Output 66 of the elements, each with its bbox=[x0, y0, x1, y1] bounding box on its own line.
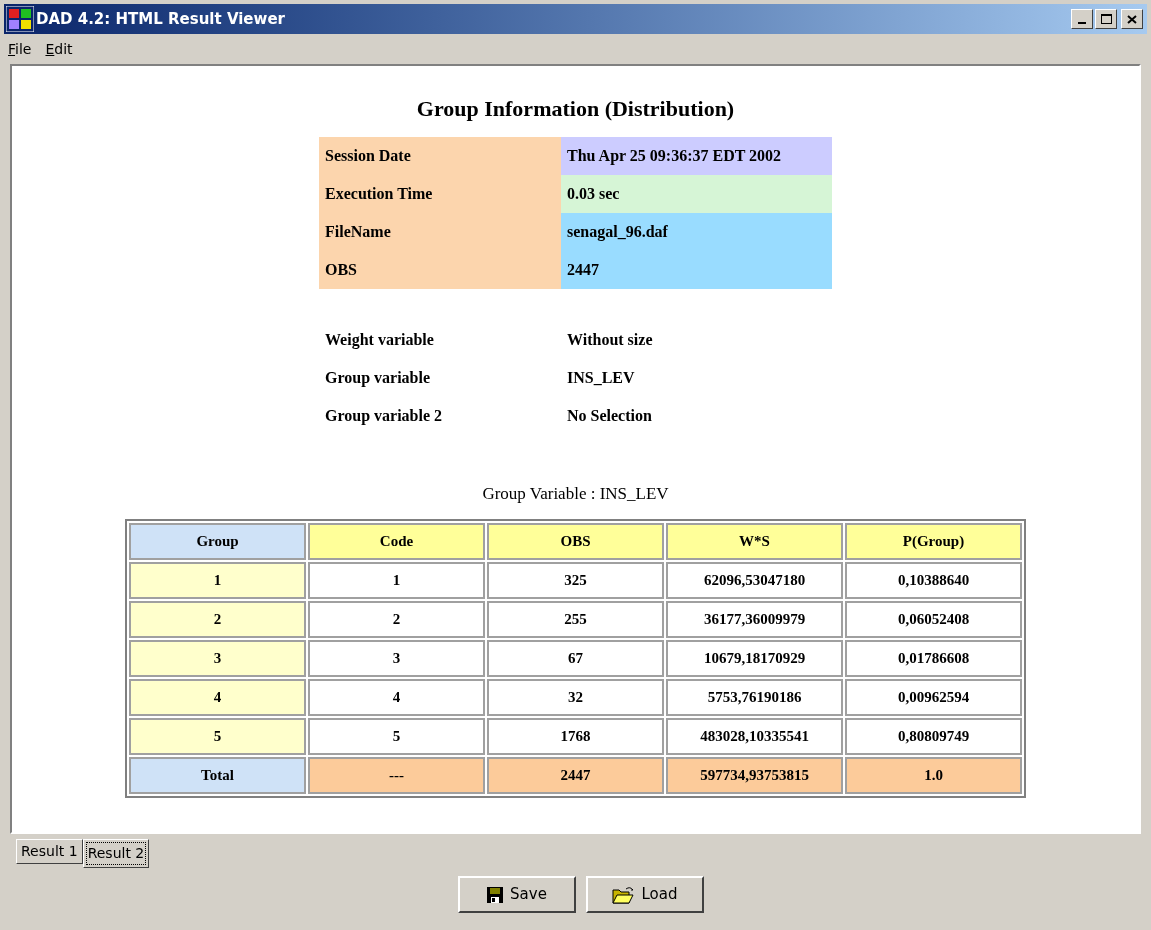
info-value-cell: senagal_96.daf bbox=[561, 213, 832, 251]
table-cell: 1.0 bbox=[845, 756, 1022, 794]
menu-item[interactable]: File bbox=[4, 38, 36, 60]
table-cell: 3 bbox=[308, 639, 485, 677]
variable-value: INS_LEV bbox=[567, 368, 635, 388]
table-cell: 1 bbox=[129, 561, 306, 599]
column-header: P(Group) bbox=[845, 522, 1022, 560]
close-icon bbox=[1127, 14, 1137, 24]
tab[interactable]: Result 2 bbox=[82, 839, 150, 868]
column-header: W*S bbox=[666, 522, 843, 560]
info-label-cell: Execution Time bbox=[319, 175, 561, 213]
minimize-icon bbox=[1078, 22, 1086, 24]
table-cell: 2 bbox=[129, 600, 306, 638]
info-label-cell: OBS bbox=[319, 251, 561, 289]
column-header: Code bbox=[308, 522, 485, 560]
table-cell: --- bbox=[308, 756, 485, 794]
column-header: OBS bbox=[487, 522, 664, 560]
table-cell: 0,01786608 bbox=[845, 639, 1022, 677]
tab[interactable]: Result 1 bbox=[16, 839, 83, 864]
table-cell: 62096,53047180 bbox=[666, 561, 843, 599]
maximize-button[interactable] bbox=[1095, 9, 1117, 29]
table-cell: 597734,93753815 bbox=[666, 756, 843, 794]
table-cell: Total bbox=[129, 756, 306, 794]
open-folder-icon bbox=[611, 885, 636, 904]
save-button[interactable]: Save bbox=[457, 876, 576, 913]
minimize-button[interactable] bbox=[1071, 9, 1093, 29]
maximize-icon bbox=[1100, 14, 1112, 24]
table-cell: 3 bbox=[129, 639, 306, 677]
info-value-cell: Thu Apr 25 09:36:37 EDT 2002 bbox=[561, 137, 832, 175]
column-header: Group bbox=[129, 522, 306, 560]
table-cell: 1768 bbox=[487, 717, 664, 755]
info-value-cell: 0.03 sec bbox=[561, 175, 832, 213]
report-title: Group Information (Distribution) bbox=[416, 95, 735, 123]
variable-value: Without size bbox=[567, 330, 653, 350]
table-cell: 1 bbox=[308, 561, 485, 599]
menu-item[interactable]: Edit bbox=[41, 38, 77, 60]
variable-label: Weight variable bbox=[325, 330, 434, 351]
table-cell: 0,00962594 bbox=[845, 678, 1022, 716]
table-cell: 2 bbox=[308, 600, 485, 638]
table-cell: 5 bbox=[308, 717, 485, 755]
load-button[interactable]: Load bbox=[585, 876, 704, 913]
info-value-cell: 2447 bbox=[561, 251, 832, 289]
app-icon bbox=[6, 6, 34, 32]
table-cell: 36177,36009979 bbox=[666, 600, 843, 638]
variable-value: No Selection bbox=[567, 406, 652, 426]
table-cell: 325 bbox=[487, 561, 664, 599]
table-cell: 483028,10335541 bbox=[666, 717, 843, 755]
table-cell: 67 bbox=[487, 639, 664, 677]
close-button[interactable] bbox=[1121, 9, 1143, 29]
variable-label: Group variable 2 bbox=[325, 406, 443, 427]
table-cell: 4 bbox=[129, 678, 306, 716]
table-cell: 4 bbox=[308, 678, 485, 716]
info-label-cell: Session Date bbox=[319, 137, 561, 175]
window-title: DAD 4.2: HTML Result Viewer bbox=[36, 8, 285, 30]
table-cell: 5753,76190186 bbox=[666, 678, 843, 716]
variable-label: Group variable bbox=[325, 368, 431, 389]
table-cell: 10679,18170929 bbox=[666, 639, 843, 677]
table-cell: 255 bbox=[487, 600, 664, 638]
table-cell: 5 bbox=[129, 717, 306, 755]
info-label-cell: FileName bbox=[319, 213, 561, 251]
table-cell: 0,06052408 bbox=[845, 600, 1022, 638]
table-cell: 0,80809749 bbox=[845, 717, 1022, 755]
table-caption: Group Variable : INS_LEV bbox=[482, 483, 669, 505]
table-cell: 0,10388640 bbox=[845, 561, 1022, 599]
table-cell: 32 bbox=[487, 678, 664, 716]
table-cell: 2447 bbox=[487, 756, 664, 794]
